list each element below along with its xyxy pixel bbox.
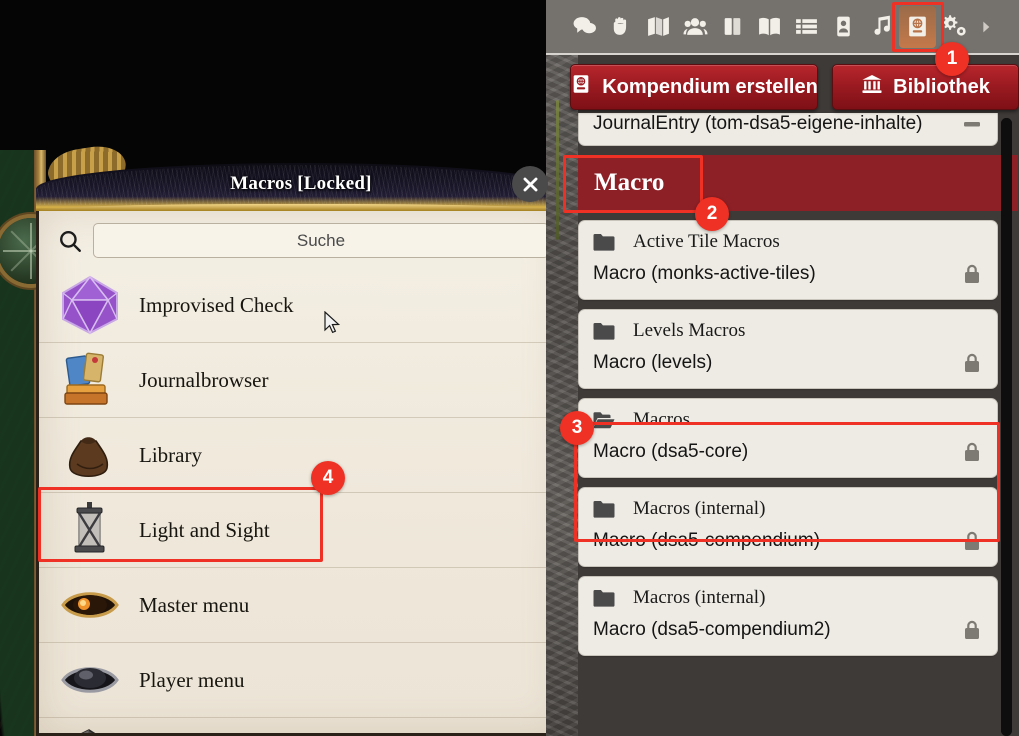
- pack-group-levels[interactable]: Levels Macros Macro (levels): [578, 309, 998, 389]
- books-icon: [59, 349, 121, 411]
- chevron-right-icon[interactable]: [973, 6, 999, 48]
- compendium-pack-list[interactable]: JournalEntry (tom-dsa5-eigene-inhalte) M…: [578, 113, 1019, 736]
- close-icon[interactable]: [512, 166, 548, 202]
- macro-item-master-menu[interactable]: Master menu: [39, 568, 563, 643]
- macro-section-header-label: Macro: [594, 169, 665, 196]
- macro-list: Improvised Check Journalbrowser Library …: [39, 268, 563, 733]
- d20-die-icon: [59, 274, 121, 336]
- pack-group-dsa5-compendium[interactable]: Macros (internal) Macro (dsa5-compendium…: [578, 487, 998, 567]
- macros-window-title: Macros [Locked]: [230, 173, 372, 194]
- tables-icon[interactable]: [788, 6, 825, 48]
- annotation-badge-1: 1: [935, 42, 969, 76]
- journal-icon[interactable]: [751, 6, 788, 48]
- playlists-icon[interactable]: [862, 6, 899, 48]
- pack-name: Macro (levels): [593, 352, 713, 373]
- macro-item-label: Library: [139, 442, 202, 467]
- pack-folder-row: Macros (internal): [579, 577, 997, 613]
- lantern-icon: [59, 499, 121, 561]
- dark-eye-icon: [59, 649, 121, 711]
- macros-window: Macros [Locked] Suche Improvised Check J…: [36, 163, 566, 736]
- pack-folder-row: Macros: [579, 399, 997, 435]
- folder-closed-icon: [593, 500, 615, 518]
- search-icon: [57, 228, 83, 254]
- pack-folder-label: Macros (internal): [633, 498, 766, 519]
- sack-icon: [59, 424, 121, 486]
- search-input[interactable]: [93, 223, 549, 258]
- pack-folder-row: Macros (internal): [579, 488, 997, 524]
- lock-icon: [963, 353, 981, 374]
- folder-closed-icon: [593, 589, 615, 607]
- pack-group-monks-active-tiles[interactable]: Active Tile Macros Macro (monks-active-t…: [578, 220, 998, 300]
- screen: Macros [Locked] Suche Improvised Check J…: [0, 0, 1019, 736]
- bank-icon: [861, 73, 883, 101]
- lock-icon: [963, 531, 981, 552]
- folder-closed-icon: [593, 322, 615, 340]
- pack-name: Macro (dsa5-compendium): [593, 530, 821, 551]
- macro-item-label: Light and Sight: [139, 517, 270, 542]
- pack-folder-label: Active Tile Macros: [633, 231, 780, 252]
- chat-icon[interactable]: [566, 6, 603, 48]
- compendium-icon: [570, 73, 592, 101]
- macro-item-player-menu[interactable]: Player menu: [39, 643, 563, 718]
- macro-item-light-and-sight[interactable]: Light and Sight: [39, 493, 563, 568]
- lock-icon: [963, 442, 981, 463]
- library-button[interactable]: Bibliothek: [832, 64, 1019, 110]
- cards-icon[interactable]: [825, 6, 862, 48]
- annotation-badge-3: 3: [560, 411, 594, 445]
- macro-item-journalbrowser[interactable]: Journalbrowser: [39, 343, 563, 418]
- annotation-badge-2: 2: [695, 197, 729, 231]
- stone-icon: [59, 724, 121, 733]
- lock-icon: [963, 264, 981, 285]
- macro-section-header: Macro: [578, 155, 1018, 211]
- macro-item-improvised-check[interactable]: Improvised Check: [39, 268, 563, 343]
- pack-name: JournalEntry (tom-dsa5-eigene-inhalte): [593, 113, 923, 134]
- pack-row[interactable]: Macro (levels): [579, 346, 997, 388]
- lock-icon: [963, 620, 981, 641]
- sidebar-scrollbar[interactable]: [1001, 118, 1012, 736]
- pack-name: Macro (monks-active-tiles): [593, 263, 816, 284]
- pack-group-dsa5-compendium2[interactable]: Macros (internal) Macro (dsa5-compendium…: [578, 576, 998, 656]
- pack-folder-label: Macros: [633, 409, 690, 430]
- pack-folder-row: Active Tile Macros: [579, 221, 997, 257]
- folder-closed-icon: [593, 233, 615, 251]
- search-row: [39, 211, 563, 268]
- macro-item-label: Player menu: [139, 667, 245, 692]
- pack-row[interactable]: Macro (dsa5-core): [579, 435, 997, 477]
- items-icon[interactable]: [714, 6, 751, 48]
- macro-item-label: Journalbrowser: [139, 367, 269, 392]
- annotation-badge-4: 4: [311, 461, 345, 495]
- pack-folder-row: Levels Macros: [579, 310, 997, 346]
- pack-row[interactable]: Macro (dsa5-compendium): [579, 524, 997, 566]
- scenes-icon[interactable]: [640, 6, 677, 48]
- actors-icon[interactable]: [677, 6, 714, 48]
- pack-folder-label: Macros (internal): [633, 587, 766, 608]
- macro-item-partial[interactable]: [39, 718, 563, 733]
- mouse-cursor: [324, 311, 341, 334]
- pack-row[interactable]: Macro (monks-active-tiles): [579, 257, 997, 299]
- macros-window-titlebar[interactable]: Macros [Locked]: [36, 163, 566, 211]
- create-compendium-button[interactable]: Kompendium erstellen: [570, 64, 818, 110]
- compendium-icon[interactable]: [899, 5, 936, 48]
- create-compendium-label: Kompendium erstellen: [602, 75, 818, 98]
- pack-name: Macro (dsa5-core): [593, 441, 749, 462]
- pack-folder-label: Levels Macros: [633, 320, 746, 341]
- pack-row[interactable]: Macro (dsa5-compendium2): [579, 613, 997, 655]
- folder-open-icon: [593, 411, 615, 429]
- sidebar-scrollbar-thumb[interactable]: [1001, 118, 1012, 736]
- pack-row-journalentry[interactable]: JournalEntry (tom-dsa5-eigene-inhalte): [578, 113, 998, 146]
- combat-icon[interactable]: [603, 6, 640, 48]
- minus-icon: [963, 114, 981, 135]
- golden-eye-icon: [59, 574, 121, 636]
- library-label: Bibliothek: [893, 75, 990, 98]
- macros-window-body: Improvised Check Journalbrowser: [36, 211, 566, 736]
- macro-item-label: Master menu: [139, 592, 250, 617]
- pack-name: Macro (dsa5-compendium2): [593, 619, 831, 640]
- pack-group-dsa5-core[interactable]: Macros Macro (dsa5-core): [578, 398, 998, 478]
- macro-item-label: Improvised Check: [139, 292, 294, 317]
- macro-item-library[interactable]: Library: [39, 418, 563, 493]
- sidebar-panel: Kompendium erstellen Bibliothek JournalE…: [546, 0, 1019, 736]
